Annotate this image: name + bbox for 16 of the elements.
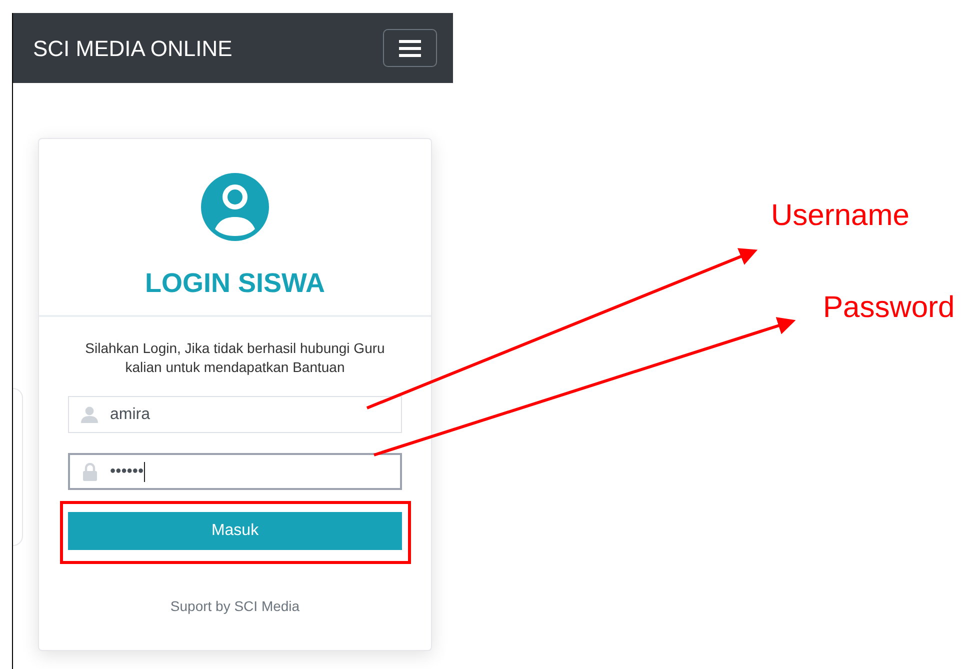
lock-icon: [82, 462, 98, 480]
login-heading: LOGIN SISWA: [144, 267, 325, 300]
support-text: Suport by SCI Media: [170, 597, 300, 616]
username-value: amira: [110, 404, 150, 424]
login-instructions: Silahkan Login, Jika tidak berhasil hubungi Guru kalian untuk mendapatkan Bantuan: [84, 339, 386, 377]
text-cursor: [144, 462, 145, 482]
menu-button[interactable]: [383, 29, 437, 67]
user-avatar-icon: [201, 173, 269, 241]
password-field[interactable]: ••••••: [68, 453, 402, 490]
annotation-label: Password: [823, 290, 955, 326]
menu-icon: [399, 39, 421, 57]
navbar-title: SCI MEDIA ONLINE: [33, 34, 232, 62]
user-icon: [81, 406, 98, 423]
username-field[interactable]: amira: [68, 396, 402, 433]
password-value: ••••••: [110, 462, 144, 482]
annotation-label: Username: [771, 198, 910, 234]
